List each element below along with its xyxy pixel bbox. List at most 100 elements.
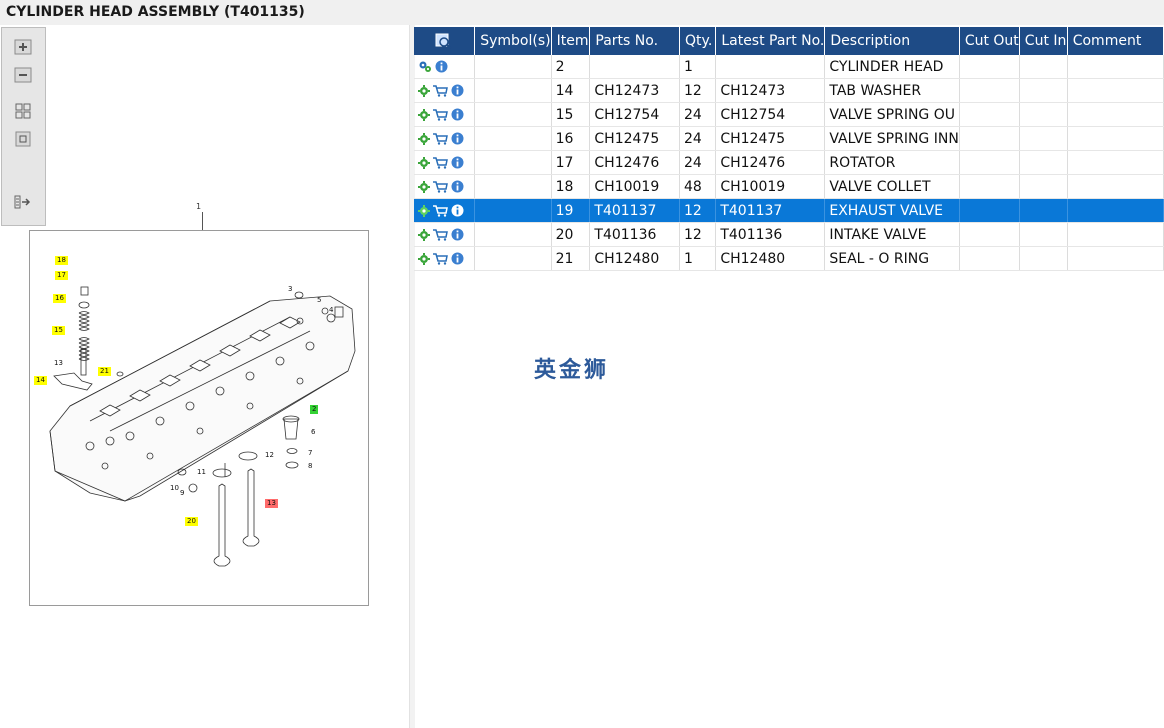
cell-qty: 1 — [679, 246, 717, 271]
cart-icon[interactable] — [433, 84, 448, 97]
cart-icon[interactable] — [433, 204, 448, 217]
info-icon[interactable] — [451, 84, 464, 97]
cell-cut-out — [959, 246, 1020, 271]
table-row[interactable]: 21 CH12480 1 CH12480 SEAL - O RING — [414, 246, 1164, 271]
cell-cut-in — [1019, 55, 1068, 79]
callout-tag[interactable]: 20 — [185, 517, 198, 526]
zoom-out-icon — [14, 67, 32, 83]
callout-tag[interactable]: 16 — [53, 294, 66, 303]
cart-icon[interactable] — [433, 156, 448, 169]
info-icon[interactable] — [451, 204, 464, 217]
info-icon[interactable] — [451, 252, 464, 265]
gear-icon[interactable] — [418, 84, 430, 97]
callout-tag[interactable]: 17 — [55, 271, 68, 280]
cell-item: 17 — [551, 150, 591, 175]
cell-latest-part-no: CH10019 — [715, 174, 826, 199]
cell-description: VALVE COLLET — [824, 174, 960, 199]
column-header-cut-in[interactable]: Cut In — [1019, 27, 1068, 55]
cell-latest-part-no: CH12475 — [715, 126, 826, 151]
cell-cut-out — [959, 198, 1020, 223]
column-header-symbols[interactable]: Symbol(s) — [474, 27, 552, 55]
column-header-parts-no[interactable]: Parts No. — [589, 27, 681, 55]
cart-icon[interactable] — [433, 108, 448, 121]
cell-latest-part-no: CH12480 — [715, 246, 826, 271]
column-header-item[interactable]: Item — [551, 27, 591, 55]
gear-icon[interactable] — [418, 180, 430, 193]
callout-label: 11 — [197, 468, 206, 476]
zoom-out-button[interactable] — [13, 66, 33, 84]
table-row[interactable]: 2 1 CYLINDER HEAD — [414, 55, 1164, 79]
cell-parts-no: CH12475 — [589, 126, 681, 151]
table-row[interactable]: 18 CH10019 48 CH10019 VALVE COLLET — [414, 174, 1164, 199]
cell-cut-in — [1019, 174, 1068, 199]
drawing-toolbar — [1, 27, 46, 226]
callout-tag[interactable]: 15 — [52, 326, 65, 335]
callout-tag[interactable]: 14 — [34, 376, 47, 385]
column-header-cut-out[interactable]: Cut Out — [959, 27, 1020, 55]
callout-tag[interactable]: 21 — [98, 367, 111, 376]
info-icon[interactable] — [451, 228, 464, 241]
cell-actions — [414, 150, 476, 175]
cell-comment — [1067, 78, 1164, 103]
column-header-icons[interactable] — [414, 27, 476, 55]
table-row[interactable]: 15 CH12754 24 CH12754 VALVE SPRING OU — [414, 102, 1164, 127]
actual-size-button[interactable] — [13, 130, 33, 148]
cell-symbols — [474, 222, 552, 247]
zoom-in-button[interactable] — [13, 38, 33, 56]
table-row[interactable]: 14 CH12473 12 CH12473 TAB WASHER — [414, 78, 1164, 103]
cell-qty: 48 — [679, 174, 717, 199]
cell-actions — [414, 222, 476, 247]
cell-cut-in — [1019, 150, 1068, 175]
gear-icon[interactable] — [418, 156, 430, 169]
callout-label: 9 — [180, 489, 185, 497]
cell-cut-out — [959, 55, 1020, 79]
cart-icon[interactable] — [433, 252, 448, 265]
callout-tag[interactable]: 2 — [310, 405, 319, 414]
cart-icon[interactable] — [433, 132, 448, 145]
cell-comment — [1067, 174, 1164, 199]
info-icon[interactable] — [451, 180, 464, 193]
callout-tag[interactable]: 18 — [55, 256, 68, 265]
cell-latest-part-no: T401136 — [715, 222, 826, 247]
exploded-view-drawing[interactable]: 18 17 16 15 13 14 21 3 5 4 2 6 7 8 12 11… — [29, 230, 369, 606]
info-icon[interactable] — [435, 60, 448, 73]
cart-icon[interactable] — [433, 180, 448, 193]
info-icon[interactable] — [451, 108, 464, 121]
callout-label: 4 — [329, 306, 334, 314]
actual-size-icon — [15, 131, 31, 147]
gears-icon[interactable] — [418, 60, 432, 73]
cell-item: 21 — [551, 246, 591, 271]
fit-page-button[interactable] — [13, 102, 33, 120]
table-row[interactable]: 16 CH12475 24 CH12475 VALVE SPRING INN — [414, 126, 1164, 151]
cell-cut-in — [1019, 102, 1068, 127]
callout-label: 3 — [288, 285, 293, 293]
table-row[interactable]: 19 T401137 12 T401137 EXHAUST VALVE — [414, 198, 1164, 223]
column-header-qty[interactable]: Qty. — [679, 27, 717, 55]
column-header-latest-part-no[interactable]: Latest Part No. — [715, 27, 826, 55]
page-title: CYLINDER HEAD ASSEMBLY (T401135) — [6, 4, 305, 20]
cell-parts-no: T401136 — [589, 222, 681, 247]
gear-icon[interactable] — [418, 228, 430, 241]
column-header-description[interactable]: Description — [824, 27, 960, 55]
cart-icon[interactable] — [433, 228, 448, 241]
table-row[interactable]: 17 CH12476 24 CH12476 ROTATOR — [414, 150, 1164, 175]
cell-latest-part-no: CH12754 — [715, 102, 826, 127]
table-row[interactable]: 20 T401136 12 T401136 INTAKE VALVE — [414, 222, 1164, 247]
expand-panel-button[interactable] — [13, 193, 33, 211]
gear-icon[interactable] — [418, 252, 430, 265]
column-header-comment[interactable]: Comment — [1067, 27, 1164, 55]
cell-cut-in — [1019, 198, 1068, 223]
callout-tag[interactable]: 13 — [265, 499, 278, 508]
info-icon[interactable] — [451, 156, 464, 169]
info-icon[interactable] — [451, 132, 464, 145]
callout-leader-line — [202, 212, 203, 230]
gear-icon[interactable] — [418, 204, 430, 217]
cell-qty: 24 — [679, 126, 717, 151]
cell-comment — [1067, 102, 1164, 127]
cell-item: 14 — [551, 78, 591, 103]
gear-icon[interactable] — [418, 108, 430, 121]
cell-comment — [1067, 246, 1164, 271]
cell-description: VALVE SPRING INN — [824, 126, 960, 151]
cell-cut-out — [959, 174, 1020, 199]
gear-icon[interactable] — [418, 132, 430, 145]
